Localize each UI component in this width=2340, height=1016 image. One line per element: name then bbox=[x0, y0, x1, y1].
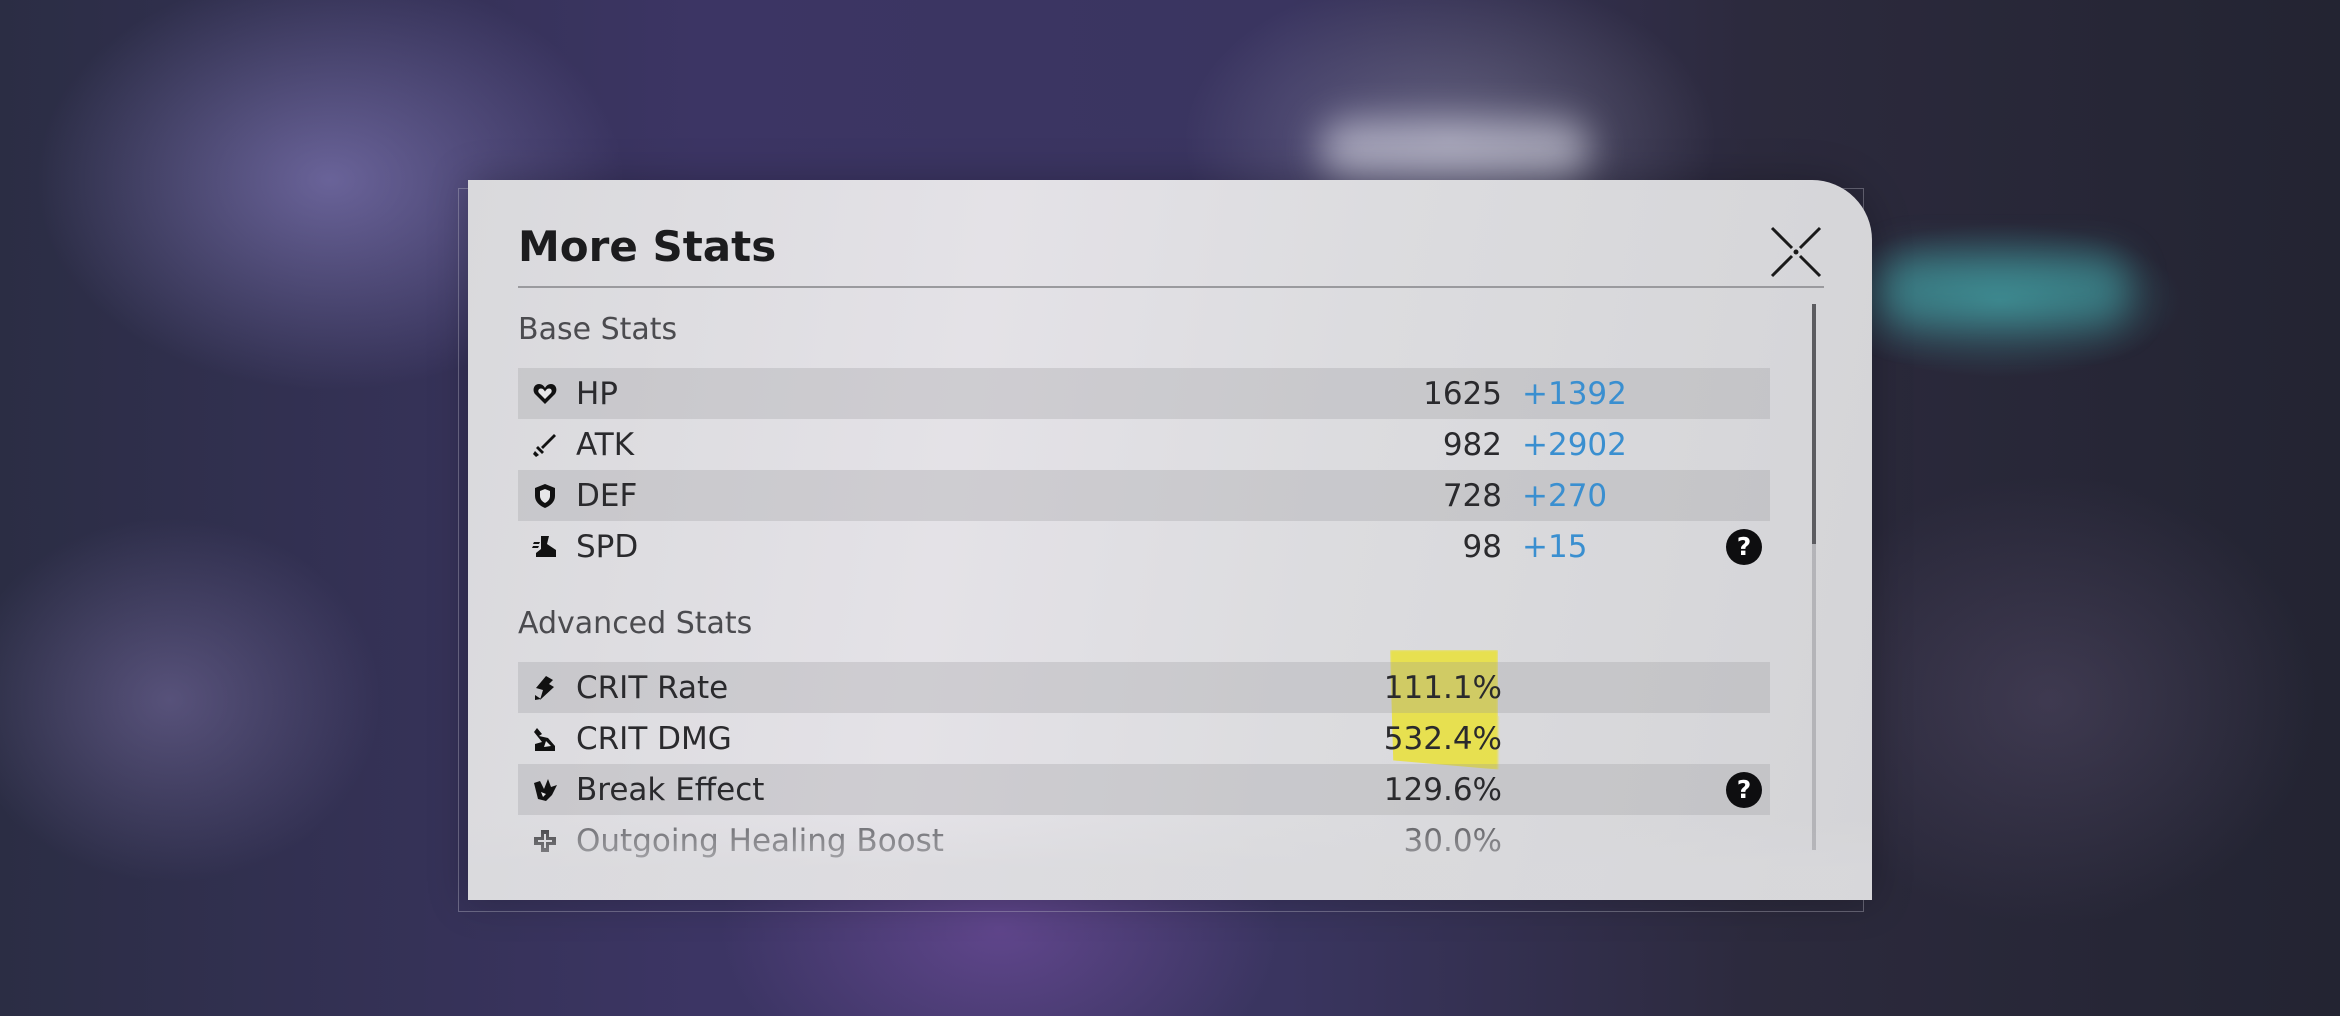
hp-heart-icon bbox=[530, 379, 560, 409]
stat-name: CRIT DMG bbox=[576, 720, 732, 757]
stat-bonus-value: +270 bbox=[1522, 477, 1608, 514]
stat-name: ATK bbox=[576, 426, 635, 463]
base-stats-list: HP 1625 +1392 ATK 982 +2902 DEF 728 +270… bbox=[518, 368, 1770, 572]
stat-bonus-value: +2902 bbox=[1522, 426, 1627, 463]
stat-name: SPD bbox=[576, 528, 639, 565]
stat-name: DEF bbox=[576, 477, 638, 514]
close-button[interactable] bbox=[1768, 224, 1824, 280]
stat-row-atk: ATK 982 +2902 bbox=[518, 419, 1770, 470]
more-stats-dialog: More Stats Base Stats HP 1625 +1392 ATK … bbox=[468, 180, 1872, 900]
stat-row-def: DEF 728 +270 bbox=[518, 470, 1770, 521]
stat-row-break-effect: Break Effect 129.6% ? bbox=[518, 764, 1770, 815]
atk-sword-icon bbox=[530, 430, 560, 460]
dialog-title: More Stats bbox=[518, 222, 777, 271]
background-blur-button bbox=[1320, 120, 1590, 180]
crit-rate-icon bbox=[530, 673, 560, 703]
spd-help-icon[interactable]: ? bbox=[1726, 528, 1762, 565]
stat-name: HP bbox=[576, 375, 619, 412]
stat-bonus-value: +1392 bbox=[1522, 375, 1627, 412]
stat-name: Outgoing Healing Boost bbox=[576, 822, 944, 859]
advanced-stats-heading: Advanced Stats bbox=[518, 606, 753, 641]
break-effect-icon bbox=[530, 775, 560, 805]
stat-row-crit-dmg: CRIT DMG 532.4% bbox=[518, 713, 1770, 764]
scrollbar-thumb[interactable] bbox=[1812, 304, 1816, 544]
stat-name: CRIT Rate bbox=[576, 669, 729, 706]
stat-base-value: 982 bbox=[1442, 426, 1502, 463]
stat-value: 111.1% bbox=[1383, 669, 1502, 706]
break-effect-help-icon[interactable]: ? bbox=[1726, 771, 1762, 808]
base-stats-heading: Base Stats bbox=[518, 312, 678, 347]
close-x-icon bbox=[1770, 226, 1822, 278]
stat-bonus-value: +15 bbox=[1522, 528, 1588, 565]
stat-row-spd: SPD 98 +15 ? bbox=[518, 521, 1770, 572]
stat-base-value: 1625 bbox=[1423, 375, 1502, 412]
stat-value: 30.0% bbox=[1403, 822, 1502, 859]
stat-name: Break Effect bbox=[576, 771, 765, 808]
stat-value: 532.4% bbox=[1383, 720, 1502, 757]
def-shield-icon bbox=[530, 481, 560, 511]
crit-dmg-icon bbox=[530, 724, 560, 754]
healing-cross-icon bbox=[530, 826, 560, 856]
stat-base-value: 98 bbox=[1462, 528, 1502, 565]
stat-row-hp: HP 1625 +1392 bbox=[518, 368, 1770, 419]
title-divider bbox=[518, 286, 1824, 288]
stat-row-outgoing-healing-boost: Outgoing Healing Boost 30.0% bbox=[518, 815, 1770, 866]
stat-row-crit-rate: CRIT Rate 111.1% bbox=[518, 662, 1770, 713]
spd-boot-icon bbox=[530, 532, 560, 562]
advanced-stats-list: CRIT Rate 111.1% CRIT DMG 532.4% Break E… bbox=[518, 662, 1770, 866]
stat-value: 129.6% bbox=[1383, 771, 1502, 808]
stat-base-value: 728 bbox=[1442, 477, 1502, 514]
background-blur-teal-bar bbox=[1880, 255, 2130, 325]
